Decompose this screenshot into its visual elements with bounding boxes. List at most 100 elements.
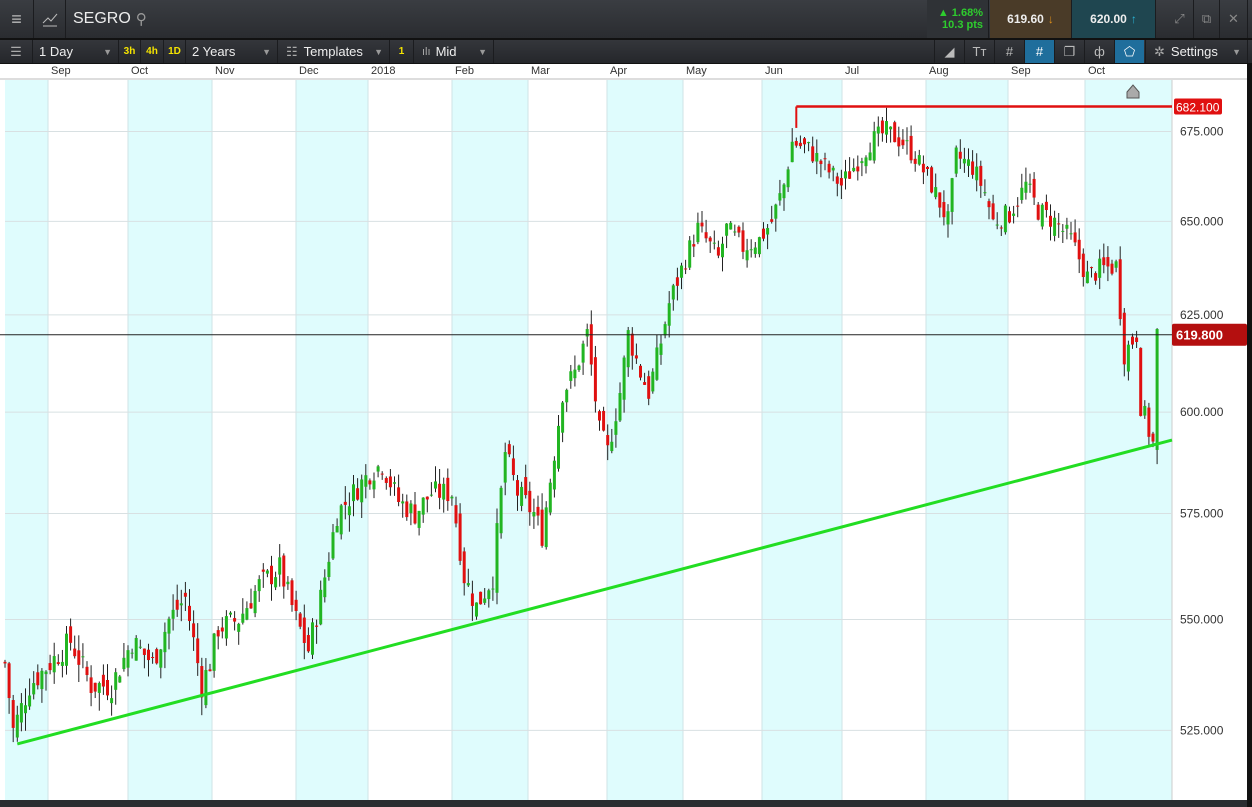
- list-icon[interactable]: ☰: [0, 40, 33, 63]
- price-type-select[interactable]: ılı Mid ▼: [414, 40, 494, 63]
- candle-body: [1024, 181, 1028, 193]
- candle-body: [479, 591, 483, 605]
- date-tick: Feb: [455, 65, 474, 77]
- symbol-label: SEGRO: [73, 10, 131, 27]
- candle-body: [147, 649, 150, 661]
- interval-select[interactable]: 1 Day ▼: [33, 40, 119, 63]
- date-tick: Sep: [1011, 65, 1031, 77]
- quick-3h[interactable]: 3h: [119, 40, 141, 63]
- buy-button[interactable]: 620.00 ↑: [1072, 0, 1156, 38]
- candle-body: [848, 171, 852, 179]
- candle-body: [335, 525, 339, 533]
- candle-body: [290, 580, 294, 606]
- candle-body: [577, 365, 581, 370]
- chevron-down-icon: ▼: [478, 46, 487, 57]
- candle-body: [495, 523, 499, 593]
- candle-body: [1085, 271, 1089, 284]
- candle-body: [323, 577, 327, 598]
- draw-line-button[interactable]: ◢: [934, 40, 964, 63]
- close-button[interactable]: ✕: [1220, 0, 1248, 38]
- indicator-count[interactable]: 1: [390, 40, 414, 63]
- candle-body: [864, 157, 868, 167]
- range-select[interactable]: 2 Years ▼: [186, 40, 278, 63]
- candle-body: [1151, 433, 1155, 442]
- candle-body: [930, 167, 934, 193]
- quick-4h[interactable]: 4h: [141, 40, 164, 63]
- popout-button[interactable]: ⧉: [1194, 0, 1220, 38]
- candle-body: [89, 677, 93, 693]
- text-tool-button[interactable]: Tт: [964, 40, 994, 63]
- candle-body: [376, 466, 380, 472]
- candle-body: [475, 602, 478, 617]
- layers-button[interactable]: ❐: [1054, 40, 1084, 63]
- quick-1d[interactable]: 1D: [164, 40, 186, 63]
- candle-style-button[interactable]: ф: [1084, 40, 1114, 63]
- candle-body: [630, 333, 634, 356]
- search-icon[interactable]: ⚲: [136, 10, 147, 28]
- candle-body: [229, 612, 232, 615]
- candle-body: [618, 393, 622, 421]
- candle-body: [306, 635, 310, 652]
- candle-body: [40, 670, 44, 690]
- candle-body: [118, 676, 122, 683]
- sell-button[interactable]: 619.60 ↓: [990, 0, 1072, 38]
- resistance-label: 682.100: [1176, 101, 1220, 115]
- candle-body: [844, 171, 847, 179]
- candle-body: [757, 237, 761, 255]
- candle-body: [831, 167, 835, 171]
- price-tick: 625.000: [1180, 308, 1224, 322]
- candle-body: [56, 662, 60, 665]
- candle-body: [729, 222, 733, 230]
- tag-button[interactable]: ⬠: [1114, 40, 1144, 63]
- menu-button[interactable]: ≡: [0, 0, 34, 38]
- candle-body: [1098, 258, 1102, 278]
- candle-body: [81, 656, 85, 658]
- candle-body: [388, 476, 392, 488]
- candle-body: [1065, 224, 1069, 229]
- candle-body: [634, 355, 638, 359]
- candle-body: [393, 482, 396, 484]
- candle-body: [860, 161, 864, 164]
- grid-button[interactable]: #: [994, 40, 1024, 63]
- candle-body: [32, 683, 36, 695]
- month-band: [296, 80, 368, 800]
- templates-button[interactable]: ☷ Templates ▼: [278, 40, 390, 63]
- candle-body: [380, 473, 384, 475]
- candle-body: [565, 389, 569, 403]
- candle-body: [245, 608, 249, 620]
- candle-body: [151, 657, 155, 659]
- candle-body: [1028, 183, 1032, 185]
- symbol-field[interactable]: SEGRO ⚲: [66, 0, 156, 38]
- scrollbar[interactable]: [0, 800, 1247, 807]
- candle-body: [786, 169, 790, 188]
- settings-button[interactable]: ✲ Settings ▼: [1145, 40, 1248, 63]
- sliders-icon: ☷: [286, 43, 298, 59]
- crosshair-grid-button[interactable]: #: [1024, 40, 1054, 63]
- candle-body: [762, 228, 765, 239]
- date-tick: Sep: [51, 65, 71, 77]
- candle-body: [1106, 257, 1110, 267]
- candle-body: [557, 425, 560, 469]
- chart-type-button[interactable]: [34, 0, 66, 38]
- candle-body: [1081, 253, 1085, 278]
- candle-body: [700, 222, 704, 227]
- candle-body: [901, 139, 905, 146]
- candle-body: [327, 561, 331, 578]
- candle-body: [639, 365, 642, 378]
- candle-body: [159, 649, 163, 668]
- expand-button[interactable]: ⤢: [1166, 0, 1194, 38]
- candle-body: [454, 505, 458, 524]
- candle-body: [1044, 201, 1048, 211]
- chart-area[interactable]: 525.000 550.000 575.000 600.000 625.000 650.0…: [0, 80, 1247, 800]
- candle-body: [647, 376, 651, 399]
- settings-label: Settings: [1170, 44, 1218, 59]
- candle-body: [872, 131, 876, 161]
- price-chart[interactable]: 525.000 550.000 575.000 600.000 625.000 650.0…: [0, 80, 1247, 800]
- candle-body: [721, 243, 724, 258]
- candle-body: [417, 510, 421, 528]
- candle-body: [1118, 259, 1122, 320]
- candle-body: [971, 161, 975, 175]
- candle-body: [651, 371, 655, 392]
- chevron-down-icon: ▼: [1232, 46, 1241, 57]
- candle-body: [581, 343, 585, 363]
